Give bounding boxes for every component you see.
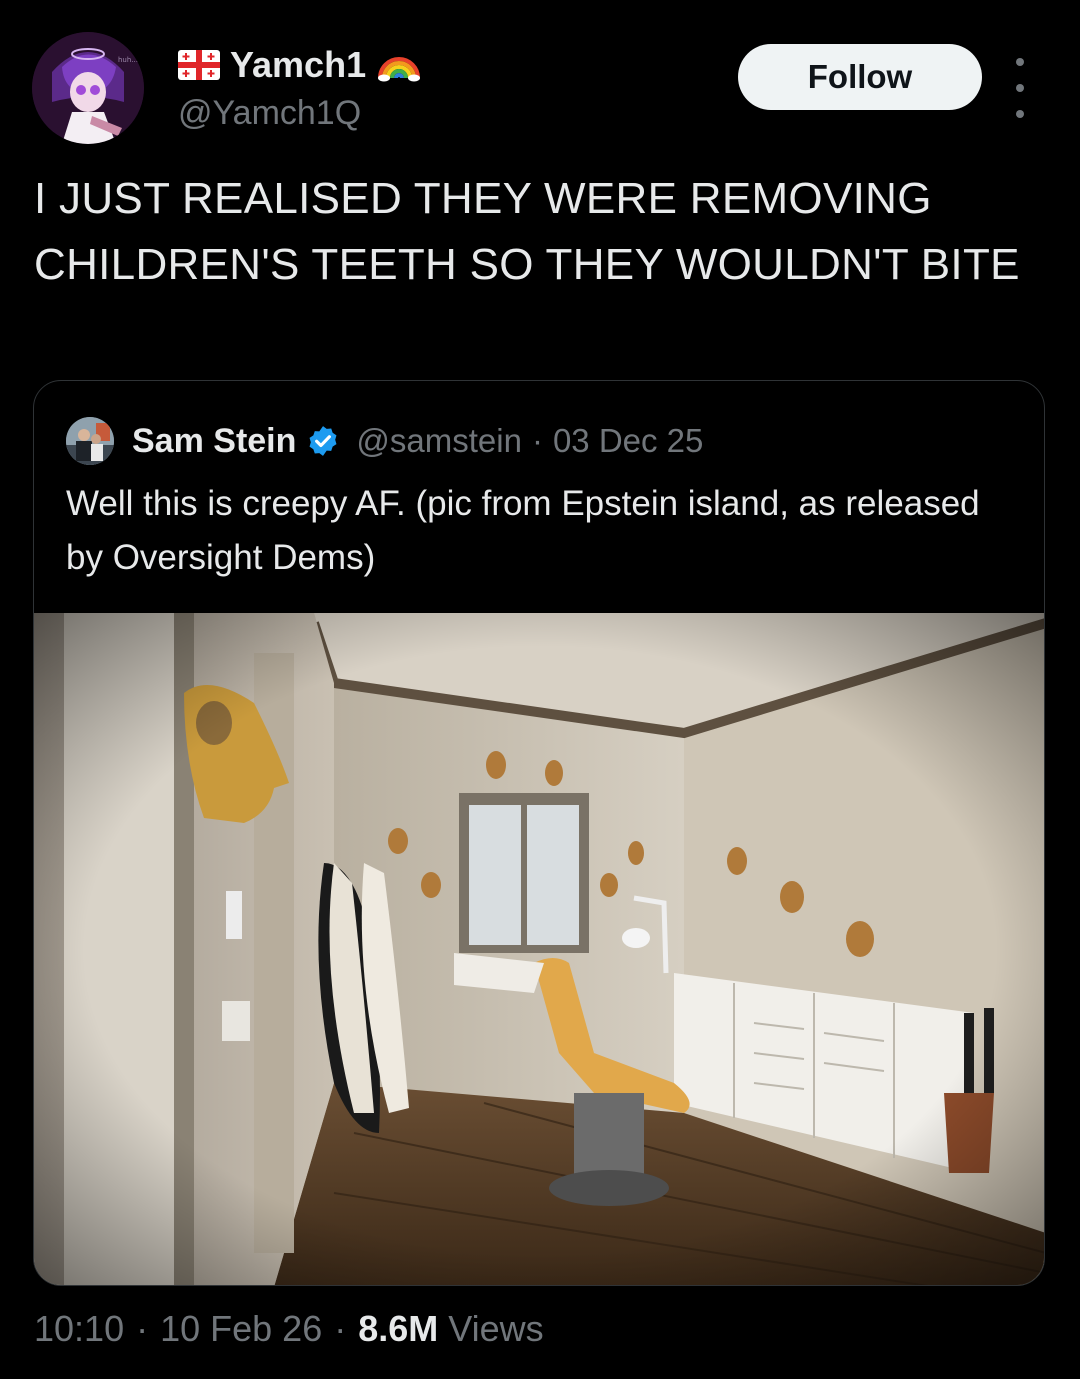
post-date[interactable]: 10 Feb 26 (160, 1308, 322, 1350)
quoted-post-image[interactable] (34, 613, 1045, 1286)
quoted-author-handle[interactable]: @samstein (356, 422, 522, 460)
post-time[interactable]: 10:10 (34, 1308, 124, 1350)
follow-button[interactable]: Follow (738, 44, 982, 110)
post-header: huh... Yamch1 @Yamch1Q Follow (32, 32, 1048, 152)
separator-dot: · (334, 1308, 347, 1349)
avatar-caption: huh... (118, 56, 138, 64)
author-name-row[interactable]: Yamch1 (178, 44, 422, 86)
verified-badge-icon (309, 426, 337, 456)
quoted-post-header: Sam Stein @samstein · 03 Dec 25 (66, 417, 703, 465)
author-name[interactable]: Yamch1 (230, 44, 366, 86)
views-label[interactable]: Views (448, 1308, 543, 1350)
separator-dot: · (531, 422, 543, 459)
quoted-author-avatar[interactable] (66, 417, 114, 465)
separator-dot: · (136, 1308, 149, 1349)
more-options-icon[interactable] (1008, 58, 1032, 118)
georgia-flag-icon (178, 50, 220, 80)
quoted-post[interactable]: Sam Stein @samstein · 03 Dec 25 Well thi… (33, 380, 1045, 1286)
post-meta: 10:10 · 10 Feb 26 · 8.6M Views (34, 1308, 544, 1350)
rainbow-icon (378, 57, 421, 82)
quoted-author-name[interactable]: Sam Stein (132, 422, 296, 461)
post-text: I JUST REALISED THEY WERE REMOVING CHILD… (34, 174, 1020, 289)
author-avatar[interactable]: huh... (32, 32, 144, 144)
quoted-post-date[interactable]: 03 Dec 25 (553, 422, 703, 460)
quoted-post-text: Well this is creepy AF. (pic from Epstei… (66, 484, 980, 577)
author-handle[interactable]: @Yamch1Q (178, 94, 361, 133)
views-count[interactable]: 8.6M (358, 1308, 438, 1350)
